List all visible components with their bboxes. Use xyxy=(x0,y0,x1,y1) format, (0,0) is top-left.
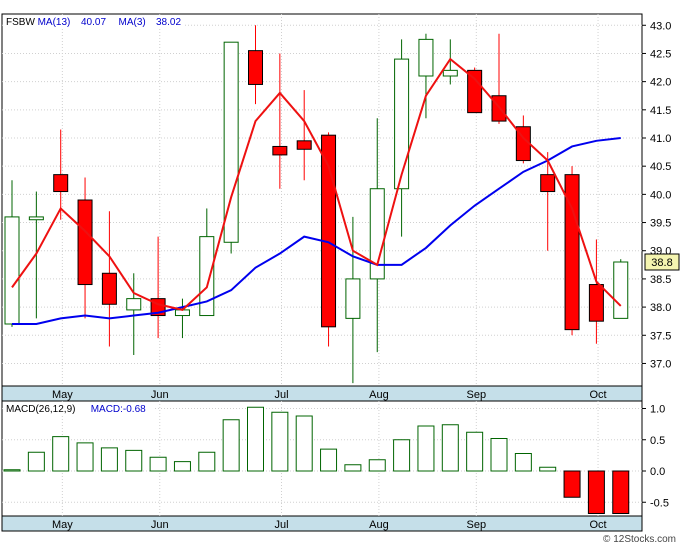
candle-body xyxy=(199,236,215,317)
macd-bar xyxy=(247,406,264,472)
price-legend-item: 38.02 xyxy=(156,17,181,28)
candle-body xyxy=(77,199,93,286)
price-legend-item: MA(13) xyxy=(38,17,71,28)
candle-body xyxy=(4,216,20,325)
macd-bar xyxy=(466,431,484,472)
price-x-tick-label: Aug xyxy=(369,389,389,401)
price-y-tick-label: 37.5 xyxy=(650,330,671,342)
macd-bar xyxy=(76,442,94,472)
candle-body xyxy=(126,298,142,311)
watermark: © 12Stocks.com xyxy=(603,534,676,545)
candle-body xyxy=(588,284,604,322)
macd-bar xyxy=(149,456,167,472)
macd-y-tick-label: 1.0 xyxy=(650,404,665,416)
price-legend-item: MA(3) xyxy=(119,17,146,28)
macd-bar xyxy=(393,439,411,472)
price-x-tick-label: May xyxy=(52,389,73,401)
candle-body xyxy=(345,278,361,319)
price-legend-item: FSBW xyxy=(6,17,35,28)
price-y-tick-label: 38.0 xyxy=(650,302,671,314)
macd-bar xyxy=(587,470,605,514)
candle-body xyxy=(467,69,483,114)
candle-body xyxy=(394,58,410,190)
macd-bar xyxy=(539,466,557,472)
price-date-band xyxy=(1,385,643,402)
macd-x-tick-label: Oct xyxy=(589,519,606,531)
candle-body xyxy=(296,140,312,150)
candle-body xyxy=(418,38,434,77)
macd-y-tick-label: 0.5 xyxy=(650,435,665,447)
macd-bar xyxy=(100,447,118,472)
price-x-tick-label: Sep xyxy=(467,389,487,401)
price-x-tick-label: Oct xyxy=(589,389,606,401)
macd-bar xyxy=(125,449,143,472)
macd-y-tick-label: 0.0 xyxy=(650,466,665,478)
macd-bar xyxy=(344,464,362,472)
candle-body xyxy=(321,134,337,328)
price-y-tick-label: 40.5 xyxy=(650,161,671,173)
candle-body xyxy=(248,50,263,85)
macd-x-tick-label: Jun xyxy=(151,519,169,531)
chart-canvas: 43.042.542.041.541.040.540.039.539.038.5… xyxy=(1,13,680,545)
macd-bar xyxy=(514,453,532,472)
macd-bar xyxy=(612,470,630,514)
macd-bar xyxy=(320,448,338,472)
price-y-tick-label: 39.5 xyxy=(650,218,671,230)
price-x-tick-label: Jul xyxy=(274,389,288,401)
candle-body xyxy=(540,174,556,193)
price-y-tick-label: 43.0 xyxy=(650,20,671,32)
macd-bar xyxy=(173,461,191,472)
price-y-tick-label: 41.5 xyxy=(650,105,671,117)
macd-bar xyxy=(198,451,216,472)
price-y-tick-label: 42.5 xyxy=(650,48,671,60)
macd-bar xyxy=(3,469,21,472)
macd-bar xyxy=(417,425,435,472)
stock-chart: 43.0 42.5 42.0 41.5 41.0 40.5 40.0 39.5 39.0 38.5… xyxy=(0,0,680,546)
macd-bar xyxy=(490,438,508,472)
macd-bar xyxy=(271,411,289,472)
macd-x-tick-label: Jul xyxy=(274,519,288,531)
price-y-tick-label: 38.5 xyxy=(650,274,671,286)
macd-bar xyxy=(441,424,459,472)
price-y-tick-label: 40.0 xyxy=(650,189,671,201)
macd-bar xyxy=(295,415,313,472)
macd-y-tick-label: -0.5 xyxy=(650,497,669,509)
macd-bar xyxy=(222,419,240,472)
price-y-tick-label: 37.0 xyxy=(650,358,671,370)
candle-body xyxy=(613,261,629,319)
macd-x-tick-label: Sep xyxy=(467,519,487,531)
candle-body xyxy=(28,216,44,221)
price-x-tick-label: Jun xyxy=(151,389,169,401)
macd-date-band xyxy=(1,515,643,532)
price-y-tick-label: 42.0 xyxy=(650,77,671,89)
macd-x-tick-label: May xyxy=(52,519,73,531)
price-legend-item: 40.07 xyxy=(81,17,106,28)
candle-body xyxy=(101,272,117,305)
candle-body xyxy=(272,145,288,156)
macd-bar xyxy=(27,451,45,472)
candle-body xyxy=(442,69,458,77)
macd-x-tick-label: Aug xyxy=(369,519,389,531)
macd-bar xyxy=(52,436,70,472)
macd-legend-item: MACD(26,12,9) xyxy=(6,404,75,415)
macd-legend-item: MACD:-0.68 xyxy=(91,404,146,415)
last-price-label: 38.8 xyxy=(651,257,672,269)
macd-bar xyxy=(368,459,386,472)
candle-body xyxy=(53,174,69,193)
macd-bar xyxy=(563,470,581,498)
price-y-tick-label: 41.0 xyxy=(650,133,671,145)
